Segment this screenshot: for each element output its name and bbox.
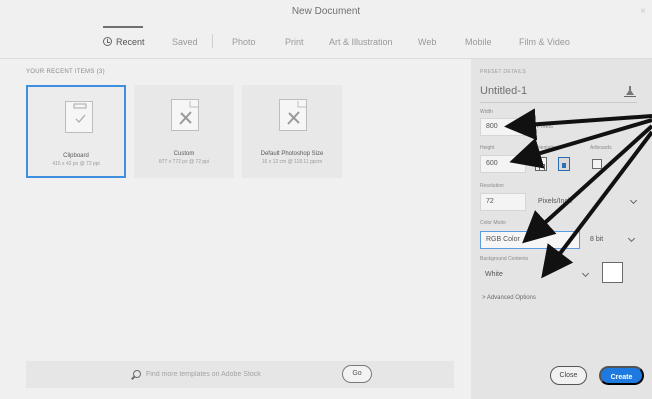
background-contents-label: Background Contents [480, 256, 529, 262]
category-tabs: Recent Saved Photo Print Art & Illustrat… [0, 28, 652, 58]
advanced-options-toggle[interactable]: > Advanced Options [482, 295, 536, 301]
recent-item-default-photoshop-size[interactable]: Default Photoshop Size 16 x 12 cm @ 118.… [242, 85, 342, 178]
recent-item-custom[interactable]: Custom 877 x 772 px @ 72 ppi [134, 85, 234, 178]
recent-item-name: Default Photoshop Size [260, 151, 324, 157]
tab-saved[interactable]: Saved [172, 37, 198, 47]
landscape-orientation-icon[interactable] [558, 157, 570, 171]
doc-brush-icon [171, 99, 199, 131]
resolution-label: Resolution [480, 183, 504, 189]
recent-item-clipboard[interactable]: Clipboard 415 x 42 px @ 72 ppi [26, 85, 126, 178]
title-bar: New Document × [0, 0, 652, 24]
chevron-down-icon [627, 234, 636, 243]
chevron-down-icon [581, 269, 590, 278]
active-tab-indicator [103, 26, 143, 28]
width-label: Width [480, 109, 493, 115]
tab-web[interactable]: Web [418, 37, 436, 47]
color-mode-label: Color Mode [480, 220, 506, 226]
height-field[interactable]: 600 [480, 155, 526, 173]
background-contents-select[interactable]: White [480, 266, 596, 284]
search-icon [133, 370, 141, 378]
width-unit[interactable]: Pixels [537, 124, 553, 130]
tab-print[interactable]: Print [285, 37, 304, 47]
recent-item-name: Clipboard [63, 153, 89, 159]
chevron-down-icon [629, 196, 638, 205]
resolution-unit-value: Pixels/Inch [538, 198, 572, 205]
portrait-orientation-icon[interactable] [535, 157, 547, 171]
artboards-label: Artboards [590, 145, 612, 151]
doc-brush-icon [279, 99, 307, 131]
document-name-field[interactable]: Untitled-1 [480, 85, 527, 97]
close-button[interactable]: Close [550, 366, 587, 385]
window-close-icon[interactable]: × [636, 6, 650, 18]
recent-items-panel: YOUR RECENT ITEMS (3) Clipboard 415 x 42… [0, 59, 465, 399]
resolution-unit-select[interactable]: Pixels/Inch [533, 193, 641, 211]
tab-recent[interactable]: Recent [103, 37, 145, 47]
color-mode-select[interactable]: RGB Color [480, 231, 580, 249]
background-contents-value: White [485, 271, 503, 278]
bit-depth-value: 8 bit [590, 236, 604, 243]
tab-art-illustration[interactable]: Art & Illustration [329, 37, 393, 47]
orientation-label: Orientation [534, 145, 559, 151]
recent-item-meta: 16 x 12 cm @ 118.11 ppcm [261, 159, 323, 165]
recent-item-name: Custom [173, 151, 195, 157]
window-title: New Document [291, 6, 361, 17]
tab-divider [212, 34, 213, 48]
stock-search-input[interactable] [146, 367, 306, 381]
background-color-swatch[interactable] [602, 262, 623, 283]
tab-recent-label: Recent [116, 37, 145, 47]
recent-item-meta: 415 x 42 px @ 72 ppi [52, 161, 100, 167]
stock-search-bar: Go [26, 361, 454, 388]
artboards-checkbox[interactable] [592, 159, 602, 169]
preset-details-panel: PRESET DETAILS Untitled-1 Width 800 Pixe… [471, 59, 652, 399]
width-field[interactable]: 800 [480, 118, 526, 136]
recent-item-meta: 877 x 772 px @ 72 ppi [158, 159, 210, 165]
bit-depth-select[interactable]: 8 bit [585, 231, 641, 249]
save-preset-icon[interactable] [623, 86, 637, 98]
clock-icon [103, 37, 112, 46]
go-button[interactable]: Go [342, 365, 372, 383]
tab-film-video[interactable]: Film & Video [519, 37, 570, 47]
height-label: Height [480, 145, 495, 151]
preset-details-label: PRESET DETAILS [480, 69, 526, 75]
resolution-field[interactable]: 72 [480, 193, 526, 211]
tab-mobile[interactable]: Mobile [465, 37, 492, 47]
create-button[interactable]: Create [599, 366, 644, 385]
recent-items-heading: YOUR RECENT ITEMS (3) [26, 69, 105, 75]
tab-photo[interactable]: Photo [232, 37, 256, 47]
document-name-underline [480, 102, 637, 103]
clipboard-doc-icon [65, 101, 93, 133]
